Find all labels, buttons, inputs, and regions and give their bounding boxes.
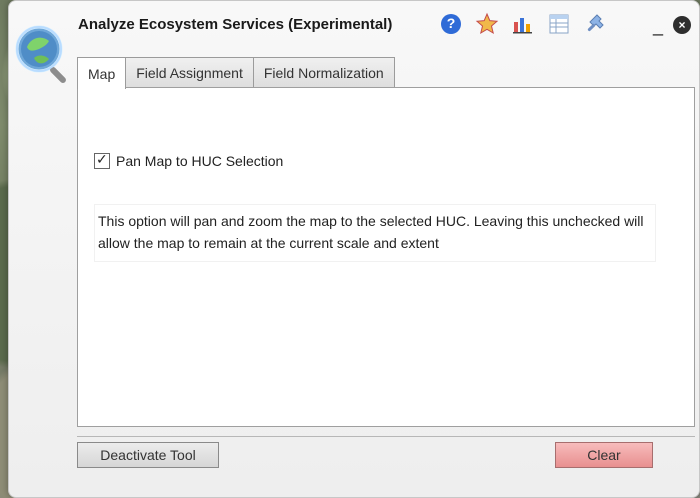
- close-button[interactable]: ×: [673, 16, 691, 34]
- window-title: Analyze Ecosystem Services (Experimental…: [78, 16, 393, 33]
- favorite-icon[interactable]: [473, 10, 501, 38]
- chart-icon[interactable]: [509, 10, 537, 38]
- footer-divider: [77, 436, 695, 437]
- clear-button[interactable]: Clear: [555, 442, 653, 468]
- pan-map-description: This option will pan and zoom the map to…: [94, 204, 656, 262]
- tab-bar: Map Field Assignment Field Normalization: [77, 57, 395, 89]
- tab-map[interactable]: Map: [77, 57, 127, 89]
- pan-map-label: Pan Map to HUC Selection: [116, 153, 284, 169]
- settings-icon[interactable]: [581, 10, 609, 38]
- analysis-panel: Analyze Ecosystem Services (Experimental…: [8, 0, 700, 498]
- window-controls: _ ×: [653, 15, 691, 35]
- deactivate-tool-button[interactable]: Deactivate Tool: [77, 442, 219, 468]
- pan-map-checkbox[interactable]: [94, 151, 110, 169]
- tab-field-assignment[interactable]: Field Assignment: [125, 57, 254, 87]
- pan-map-option[interactable]: Pan Map to HUC Selection: [94, 151, 284, 169]
- help-icon[interactable]: ?: [437, 10, 465, 38]
- tab-content-map: Pan Map to HUC Selection This option wil…: [77, 87, 695, 427]
- toolbar: ?: [437, 10, 609, 38]
- tab-field-normalization[interactable]: Field Normalization: [252, 57, 395, 87]
- magnifier-globe-icon: [9, 19, 81, 91]
- svg-text:?: ?: [447, 15, 456, 31]
- minimize-button[interactable]: _: [653, 17, 663, 35]
- table-icon[interactable]: [545, 10, 573, 38]
